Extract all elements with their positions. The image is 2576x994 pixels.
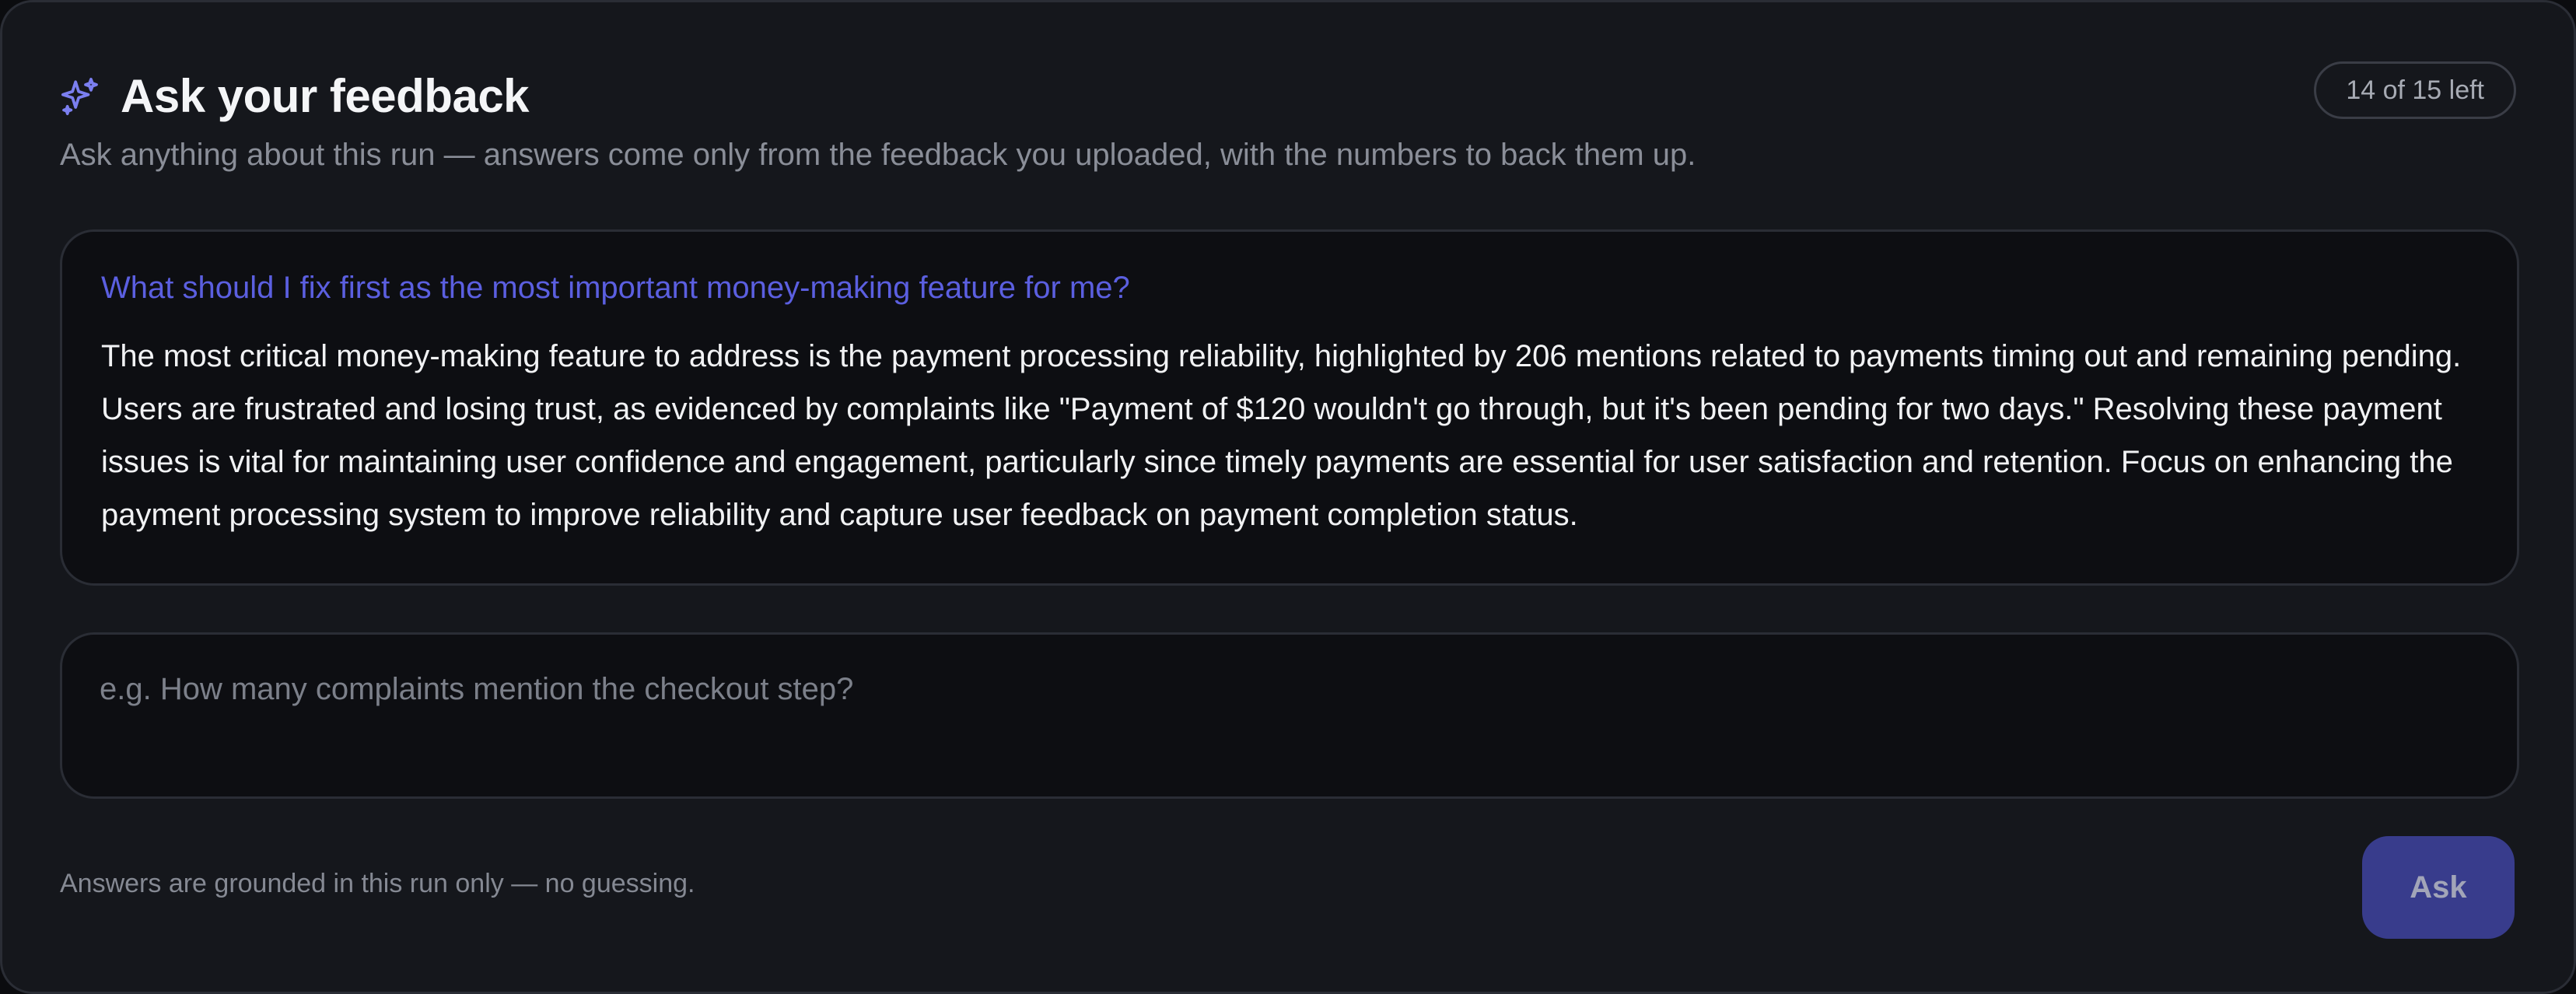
panel-header: Ask your feedback bbox=[58, 69, 530, 123]
answer-card: What should I fix first as the most impo… bbox=[60, 229, 2519, 586]
question-input[interactable] bbox=[100, 667, 2480, 764]
answer-text: The most critical money-making feature t… bbox=[101, 339, 2462, 532]
asked-question: What should I fix first as the most impo… bbox=[101, 271, 1130, 305]
ask-button[interactable]: Ask bbox=[2362, 836, 2515, 939]
questions-left-badge: 14 of 15 left bbox=[2314, 61, 2516, 119]
grounding-note: Answers are grounded in this run only — … bbox=[60, 869, 695, 898]
page-subtitle: Ask anything about this run — answers co… bbox=[60, 138, 1696, 172]
page-title: Ask your feedback bbox=[121, 70, 530, 122]
sparkles-icon bbox=[58, 75, 102, 118]
ask-feedback-panel: Ask your feedback 14 of 15 left Ask anyt… bbox=[0, 0, 2576, 994]
question-input-box[interactable] bbox=[60, 632, 2519, 799]
